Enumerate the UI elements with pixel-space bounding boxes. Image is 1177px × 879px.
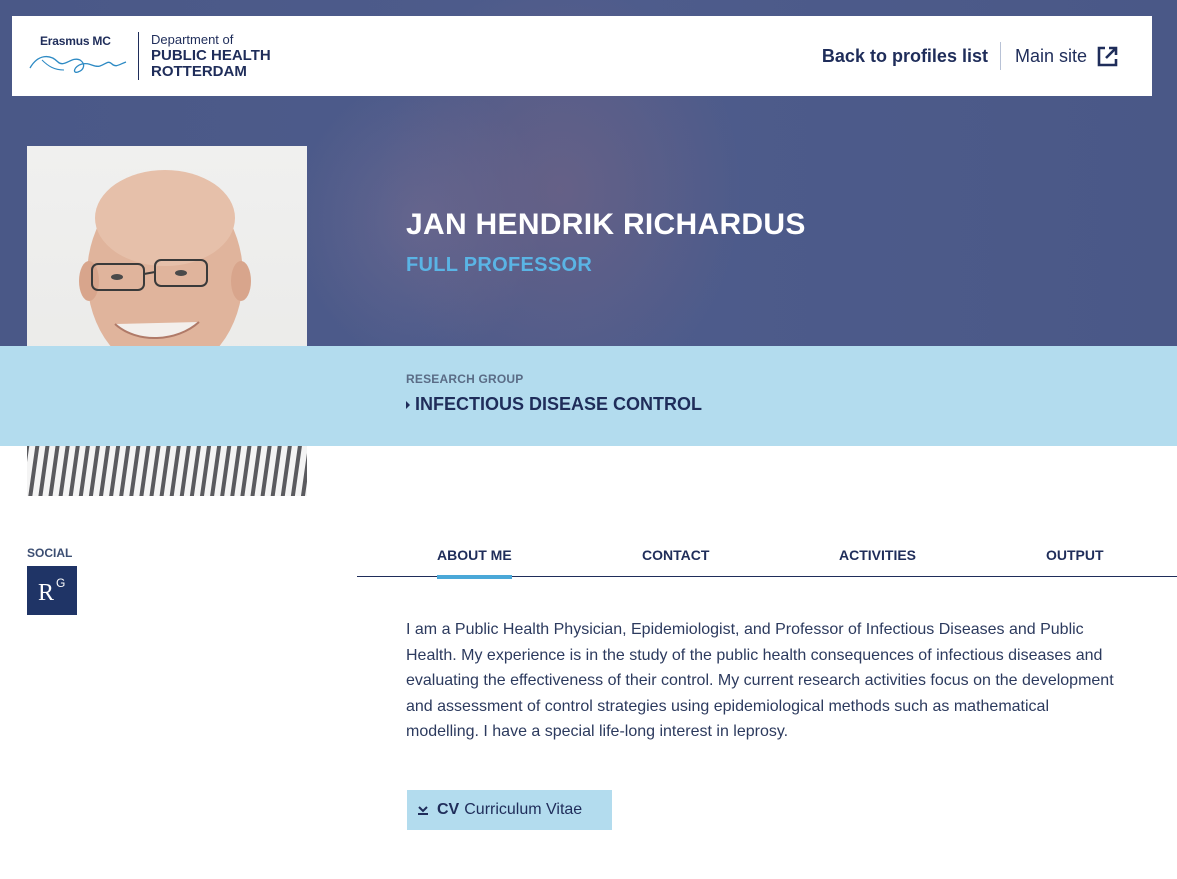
profile-role: FULL PROFESSOR (406, 254, 593, 276)
department-logo-text: Department of PUBLIC HEALTH ROTTERDAM (151, 32, 271, 80)
erasmus-mc-logo: Erasmus MC (28, 34, 128, 78)
dept-line-2: PUBLIC HEALTH (151, 47, 271, 64)
cv-prefix: CV (437, 801, 460, 818)
research-group-label: RESEARCH GROUP (406, 372, 524, 386)
tab-about-me[interactable]: ABOUT ME (437, 547, 512, 579)
site-logo[interactable]: Erasmus MC Department of PUBLIC HEALTH R… (28, 31, 271, 81)
about-text: I am a Public Health Physician, Epidemio… (406, 621, 1114, 740)
nav-divider (999, 42, 1001, 70)
download-icon (418, 806, 428, 815)
logo-divider (138, 32, 139, 80)
header-nav: Back to profiles list Main site (822, 42, 1118, 70)
tab-contact[interactable]: CONTACT (642, 547, 709, 575)
research-group-link[interactable]: INFECTIOUS DISEASE CONTROL (406, 394, 702, 415)
external-link-icon (1097, 46, 1118, 66)
erasmus-signature-icon (29, 56, 127, 73)
profile-name: JAN HENDRIK RICHARDUS (406, 208, 806, 241)
caret-right-icon (406, 400, 410, 409)
researchgate-g: G (56, 576, 66, 590)
researchgate-r: R (38, 580, 55, 606)
header-bar: Erasmus MC Department of PUBLIC HEALTH R… (12, 16, 1152, 96)
researchgate-icon[interactable]: R G (27, 566, 77, 615)
tab-output[interactable]: OUTPUT (1046, 547, 1104, 575)
cv-download-button[interactable]: CV Curriculum Vitae (407, 790, 612, 830)
back-to-profiles-link[interactable]: Back to profiles list (822, 46, 988, 67)
dept-line-1: Department of (151, 32, 234, 47)
main-site-label: Main site (1014, 45, 1087, 66)
profile-tabs: ABOUT ME CONTACT ACTIVITIES OUTPUT (357, 540, 1177, 579)
social-label: SOCIAL (27, 546, 73, 560)
main-site-link[interactable]: Main site (1015, 46, 1118, 67)
dept-line-3: ROTTERDAM (151, 63, 247, 80)
cv-label: Curriculum Vitae (464, 801, 583, 818)
tab-activities[interactable]: ACTIVITIES (839, 547, 916, 575)
research-group-name: INFECTIOUS DISEASE CONTROL (415, 394, 703, 414)
